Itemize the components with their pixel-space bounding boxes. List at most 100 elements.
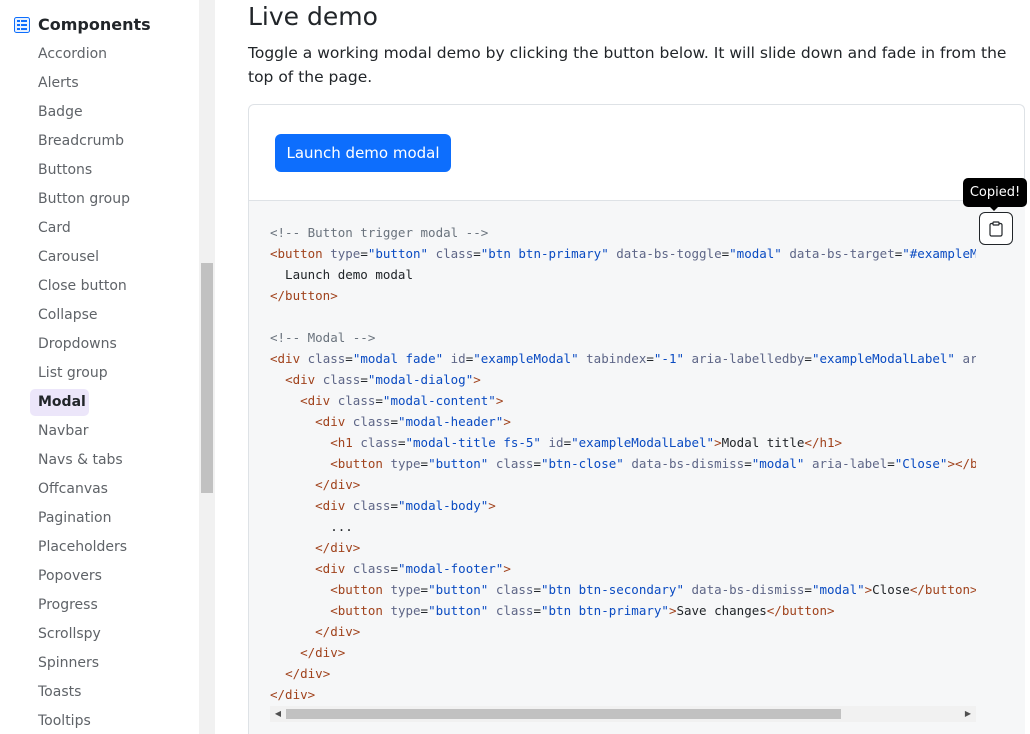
code-token: = — [721, 246, 730, 261]
code-line: <button type="button" class="btn btn-pri… — [270, 243, 976, 264]
code-token: > — [714, 435, 722, 450]
code-token: > — [503, 561, 511, 576]
sidebar-item-placeholders[interactable]: Placeholders — [30, 533, 190, 562]
code-token: class — [360, 435, 398, 450]
code-token: > — [495, 393, 504, 408]
code-token: class — [352, 414, 391, 429]
code-token: data-bs-dismiss — [691, 582, 805, 597]
copied-tooltip: Copied! — [963, 178, 1027, 207]
sidebar-item-scrollspy[interactable]: Scrollspy — [30, 620, 190, 649]
code-line: </div> — [270, 642, 976, 663]
code-line: <div class="modal-dialog"> — [270, 369, 976, 390]
code-line: <button type="button" class="btn btn-sec… — [270, 579, 976, 600]
code-token: "button" — [428, 456, 489, 471]
scroll-right-arrow-icon[interactable]: ▶ — [960, 706, 976, 722]
clipboard-icon — [989, 220, 1003, 237]
sidebar-item-breadcrumb[interactable]: Breadcrumb — [30, 127, 190, 156]
code-token: </div> — [315, 624, 361, 639]
scroll-left-arrow-icon[interactable]: ◀ — [270, 706, 286, 722]
sidebar-item-alerts[interactable]: Alerts — [30, 69, 190, 98]
code-line: </div> — [270, 537, 976, 558]
code-line: ... — [270, 516, 976, 537]
sidebar-item-carousel[interactable]: Carousel — [30, 243, 190, 272]
code-token: = — [533, 603, 541, 618]
code-token: </div> — [315, 540, 361, 555]
code-token: <!-- Button trigger modal --> — [270, 225, 489, 240]
sidebar-item-offcanvas[interactable]: Offcanvas — [30, 475, 190, 504]
code-line: <button type="button" class="btn-close" … — [270, 453, 976, 474]
code-token: <button — [330, 456, 383, 471]
code-token: "modal fade" — [352, 351, 444, 366]
sidebar-item-dropdowns[interactable]: Dropdowns — [30, 330, 190, 359]
code-block: <!-- Button trigger modal --> <button typ… — [270, 222, 976, 706]
code-line: <div class="modal fade" id="exampleModal… — [270, 348, 976, 369]
sidebar-item-pagination[interactable]: Pagination — [30, 504, 190, 533]
code-token: = — [804, 351, 812, 366]
code-line: </div> — [270, 663, 976, 684]
sidebar-scrollbar-thumb[interactable] — [201, 263, 213, 493]
code-token: Modal title — [721, 435, 805, 450]
code-token: "button" — [367, 246, 429, 261]
sidebar-item-list-group[interactable]: List group — [30, 359, 190, 388]
code-token: class — [352, 561, 391, 576]
sidebar-item-modal[interactable]: Modal — [30, 389, 89, 416]
code-token: class — [307, 351, 346, 366]
code-token: ></button> — [947, 456, 976, 471]
launch-demo-modal-button[interactable]: Launch demo modal — [275, 134, 451, 172]
code-scrollbar-thumb[interactable] — [286, 709, 841, 719]
code-snippet: <!-- Button trigger modal --> <button typ… — [248, 200, 1025, 734]
code-token: "exampleModal" — [473, 351, 579, 366]
sidebar-item-tooltips[interactable]: Tooltips — [30, 707, 190, 734]
sidebar-item-navbar[interactable]: Navbar — [30, 417, 190, 446]
sidebar-item-progress[interactable]: Progress — [30, 591, 190, 620]
sidebar-item-navs-tabs[interactable]: Navs & tabs — [30, 446, 190, 475]
sidebar-item-close-button[interactable]: Close button — [30, 272, 190, 301]
code-line: <h1 class="modal-title fs-5" id="example… — [270, 432, 976, 453]
code-token: = — [420, 582, 429, 597]
sidebar-item-badge[interactable]: Badge — [30, 98, 190, 127]
code-token: = — [420, 603, 429, 618]
code-token: <div — [270, 351, 301, 366]
code-token: type — [390, 456, 421, 471]
code-token: id — [450, 351, 466, 366]
sidebar-item-popovers[interactable]: Popovers — [30, 562, 190, 591]
sidebar-item-buttons[interactable]: Buttons — [30, 156, 190, 185]
sidebar-item-collapse[interactable]: Collapse — [30, 301, 190, 330]
code-horizontal-scrollbar[interactable]: ◀ ▶ — [270, 706, 976, 722]
sidebar-item-accordion[interactable]: Accordion — [30, 40, 190, 69]
sidebar-heading[interactable]: Components — [14, 15, 151, 34]
sidebar-heading-label: Components — [38, 15, 151, 34]
code-token: "exampleModalLabel" — [811, 351, 955, 366]
code-token: class — [352, 498, 391, 513]
code-token: = — [390, 498, 398, 513]
sidebar-item-spinners[interactable]: Spinners — [30, 649, 190, 678]
code-token: "btn btn-primary" — [480, 246, 609, 261]
sidebar-item-toasts[interactable]: Toasts — [30, 678, 190, 707]
code-token: </div> — [285, 666, 331, 681]
sidebar-list: Accordion Alerts Badge Breadcrumb Buttons But… — [30, 40, 190, 734]
code-token: data-bs-dismiss — [631, 456, 745, 471]
code-token: </h1> — [804, 435, 843, 450]
sidebar-item-card[interactable]: Card — [30, 214, 190, 243]
sidebar-item-button-group[interactable]: Button group — [30, 185, 190, 214]
code-token: "button" — [428, 582, 489, 597]
code-token: = — [804, 582, 812, 597]
copy-button[interactable] — [979, 212, 1013, 245]
code-token: "modal" — [751, 456, 805, 471]
code-token: type — [390, 603, 421, 618]
code-token: "modal-body" — [397, 498, 489, 513]
code-token: type — [330, 246, 361, 261]
